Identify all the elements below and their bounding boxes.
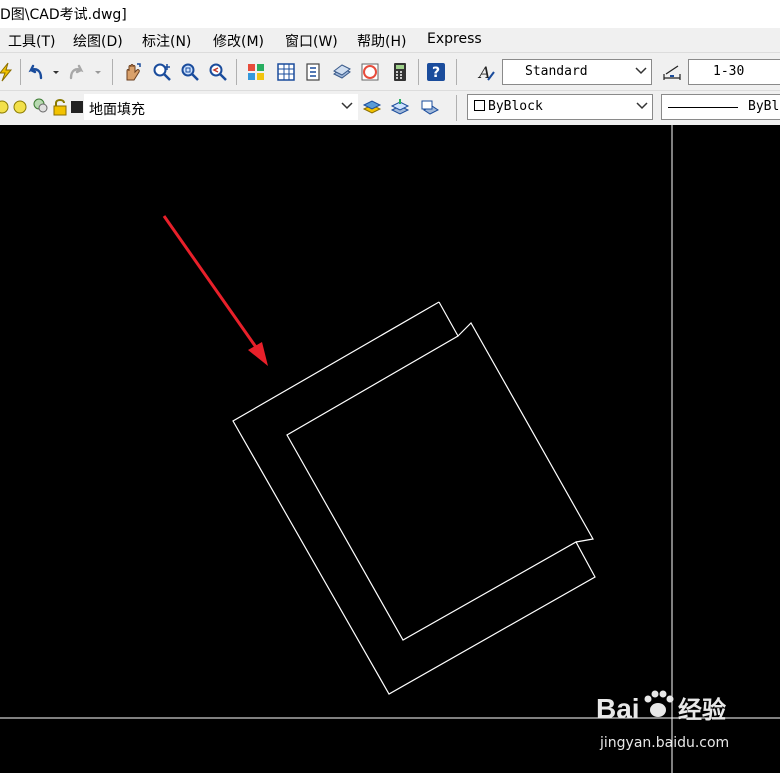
window-title: D图\CAD考试.dwg] [0,7,127,23]
menu-bar: 工具(T) 绘图(D) 标注(N) 修改(M) 窗口(W) 帮助(H) Expr… [0,28,780,52]
layer-viewport-freeze-icon[interactable] [30,95,50,115]
toolbar-separator [456,95,457,121]
sheet-set-icon[interactable] [332,62,352,82]
layer-manager-icon[interactable] [390,97,410,117]
linetype-value: ByBl [748,99,780,114]
svg-text:?: ? [432,65,440,81]
redo-dropdown-icon[interactable] [92,62,104,82]
layer-combo[interactable]: 地面填充 [84,94,358,120]
make-layer-current-icon[interactable] [362,97,382,117]
linetype-control-combo[interactable]: ByBl [661,94,780,120]
design-center-icon[interactable] [276,62,296,82]
menu-tools[interactable]: 工具(T) [8,31,55,51]
current-layer-name: 地面填充 [89,102,145,118]
text-style-icon[interactable]: A [476,62,496,82]
zoom-realtime-icon[interactable] [152,62,172,82]
annotation-arrow-head [248,342,268,366]
layer-previous-icon[interactable] [420,97,440,117]
chevron-down-icon[interactable] [635,64,647,78]
markup-icon[interactable] [360,62,380,82]
color-control-combo[interactable]: ByBlock [467,94,653,120]
menu-express[interactable]: Express [427,31,482,47]
baidu-watermark-logo: Bai 经验 [596,690,726,724]
color-swatch [474,100,485,111]
properties-icon[interactable] [246,62,266,82]
inner-rectangle-edges [457,322,594,543]
layer-color-swatch-icon [71,101,83,113]
toolbar-separator [418,59,419,85]
drawing-svg [0,125,780,773]
zoom-previous-icon[interactable] [208,62,228,82]
watermark-text-b: 经验 [678,696,726,724]
outer-polyline [232,301,596,695]
text-style-combo[interactable]: Standard [502,59,652,85]
layer-freeze-icon[interactable] [10,97,30,117]
watermark-text-a: Bai [596,693,640,724]
dim-style-value: 1-30 [713,64,745,79]
lightning-icon[interactable] [0,62,16,82]
undo-dropdown-icon[interactable] [50,62,62,82]
menu-window[interactable]: 窗口(W) [285,31,338,51]
toolbar-separator [456,59,457,85]
menu-help[interactable]: 帮助(H) [357,31,406,51]
tool-palettes-icon[interactable] [304,62,324,82]
menu-modify[interactable]: 修改(M) [213,31,264,51]
color-control-value: ByBlock [474,99,543,114]
text-style-value: Standard [525,64,588,79]
paw-icon [644,690,674,717]
dim-style-combo[interactable]: 1-30 [688,59,780,85]
menu-dimension[interactable]: 标注(N) [142,31,191,51]
drawing-canvas[interactable] [0,125,780,773]
chevron-down-icon[interactable] [341,99,353,113]
toolbar-separator [112,59,113,85]
annotation-arrow-shaft [162,215,260,351]
layers-toolbar: 地面填充 ByBlock ByBl [0,90,780,126]
watermark-url: jingyan.baidu.com [600,735,730,751]
undo-icon[interactable] [26,62,46,82]
help-icon[interactable]: ? [426,62,446,82]
standard-toolbar: ? A Standard 1-30 [0,52,780,91]
calculator-icon[interactable] [390,62,410,82]
chevron-down-icon[interactable] [636,99,648,113]
title-bar: D图\CAD考试.dwg] [0,0,780,28]
layer-lock-icon[interactable] [50,97,70,117]
redo-icon[interactable] [66,62,86,82]
toolbar-separator [236,59,237,85]
pan-realtime-icon[interactable] [122,62,142,82]
linetype-preview-line [668,107,738,108]
toolbar-separator [20,59,21,85]
color-value-text: ByBlock [488,99,543,114]
menu-draw[interactable]: 绘图(D) [73,31,123,51]
dimension-style-icon[interactable] [662,62,682,82]
zoom-window-icon[interactable] [180,62,200,82]
